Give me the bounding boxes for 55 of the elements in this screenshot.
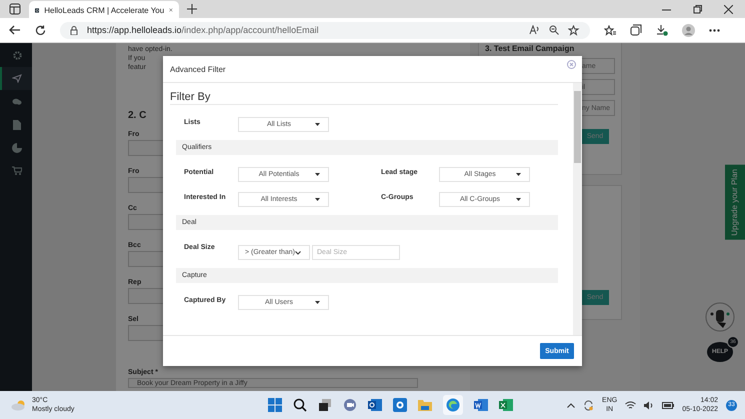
restore-icon[interactable] — [693, 4, 702, 14]
card-heading: 3. Test Email Campaign — [485, 44, 574, 53]
collections-icon[interactable] — [630, 24, 642, 36]
cart-icon — [12, 166, 22, 175]
browser-icon[interactable] — [443, 395, 464, 415]
document-icon — [13, 120, 21, 130]
wifi-icon[interactable] — [625, 400, 636, 410]
profile-avatar-icon[interactable] — [682, 24, 695, 36]
close-icon[interactable] — [724, 4, 733, 14]
read-aloud-icon[interactable] — [529, 25, 540, 35]
battery-icon[interactable] — [662, 402, 674, 408]
section-heading: 2. C — [128, 110, 148, 121]
task-view-icon[interactable] — [318, 398, 332, 412]
caret-icon — [516, 198, 521, 201]
mail-app-icon[interactable] — [368, 398, 382, 412]
dialog-title: Advanced Filter — [170, 64, 226, 74]
chevron-up-icon[interactable] — [567, 402, 576, 408]
start-icon[interactable] — [268, 398, 282, 412]
app-icon[interactable] — [393, 398, 408, 412]
video-chat-icon[interactable] — [343, 398, 358, 412]
chat-icon — [12, 98, 22, 106]
sync-icon[interactable] — [583, 400, 594, 410]
robot-icon[interactable] — [705, 302, 735, 332]
scrollbar[interactable] — [573, 83, 582, 335]
favorite-star-icon[interactable] — [568, 24, 580, 36]
pie-chart-icon — [12, 142, 22, 152]
url-text: https://app.helloleads.io/index.php/app/account/helloEmail — [87, 25, 319, 35]
search-icon[interactable] — [293, 398, 308, 412]
favorites-icon[interactable] — [604, 24, 616, 36]
back-icon[interactable] — [9, 25, 21, 35]
speaker-icon[interactable] — [644, 400, 654, 410]
paper-plane-icon — [12, 74, 22, 83]
filter-heading: Filter By — [170, 91, 558, 105]
browser-tab[interactable]: HelloLeads CRM | Accelerate You — [29, 1, 179, 19]
sidebar-item[interactable] — [0, 67, 32, 90]
address-field[interactable]: https://app.helloleads.io/index.php/app/account/helloEmail — [60, 22, 590, 38]
close-icon[interactable] — [169, 6, 173, 14]
gear-icon — [12, 51, 22, 60]
refresh-icon[interactable] — [35, 24, 46, 36]
zoom-icon[interactable] — [549, 25, 559, 35]
word-icon[interactable] — [474, 398, 488, 412]
more-icon[interactable] — [709, 28, 720, 32]
lock-icon — [70, 26, 78, 34]
caret-icon — [315, 198, 320, 201]
new-tab-icon[interactable] — [187, 4, 197, 14]
caret-icon — [516, 173, 521, 176]
tab-title: HelloLeads CRM | Accelerate You — [44, 6, 164, 14]
caret-icon — [315, 123, 320, 126]
download-icon[interactable] — [656, 24, 668, 36]
excel-icon[interactable] — [499, 398, 514, 412]
caret-icon — [315, 301, 320, 304]
chevron-icon — [295, 250, 301, 254]
site-logo-icon — [35, 6, 40, 14]
folder-icon[interactable] — [418, 399, 432, 411]
tab-actions-icon[interactable] — [9, 3, 21, 15]
